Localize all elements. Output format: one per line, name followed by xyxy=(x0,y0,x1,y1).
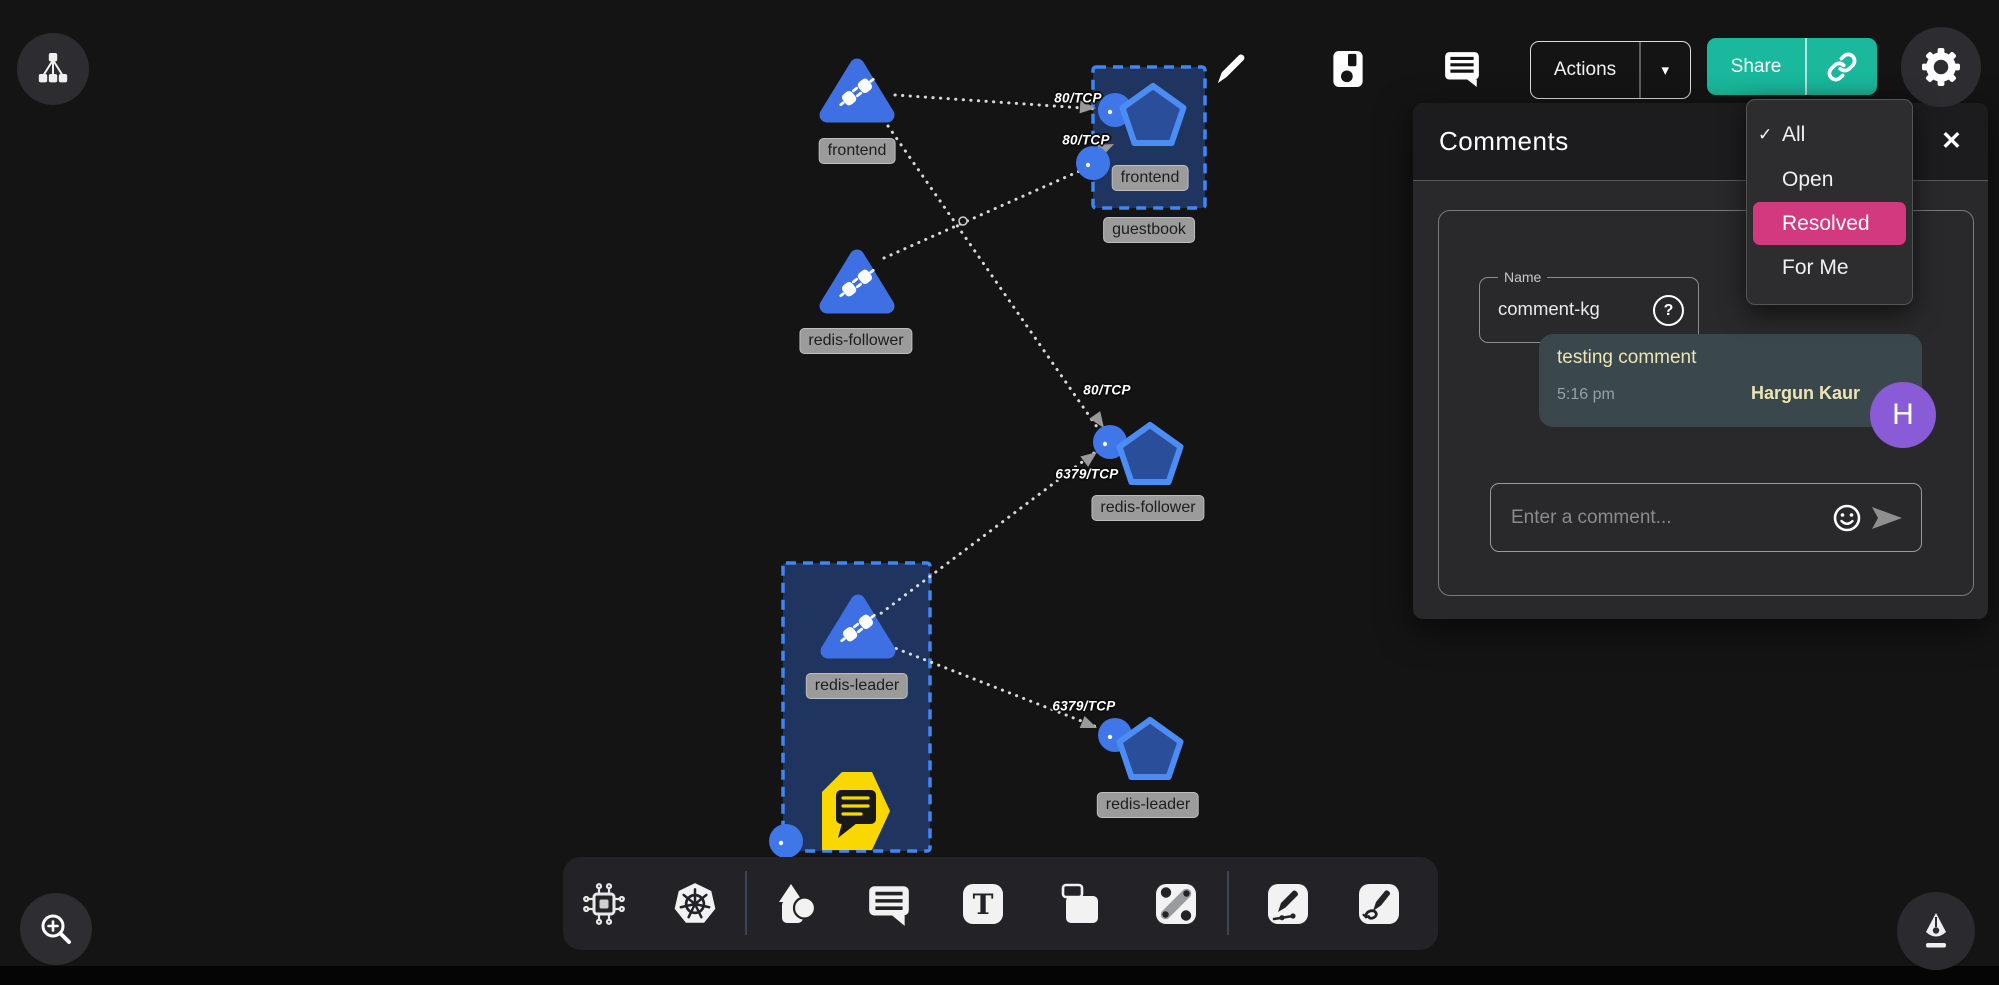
text-tool-icon: T xyxy=(960,881,1006,927)
comment-item: testing comment 5:16 pm Hargun Kaur xyxy=(1539,334,1922,427)
pen-line-icon xyxy=(1265,881,1311,927)
pencil-icon xyxy=(1215,52,1249,86)
copy-link-button[interactable] xyxy=(1807,52,1878,82)
name-field-label: Name xyxy=(1498,269,1547,286)
edge-port-label: 6379/TCP xyxy=(1055,467,1118,482)
close-icon[interactable]: ✕ xyxy=(1941,129,1962,154)
node-label-redis-follower-deployment[interactable]: redis-follower xyxy=(799,328,912,354)
actions-label: Actions xyxy=(1531,59,1639,81)
send-button[interactable] xyxy=(1867,504,1907,532)
check-icon: ✓ xyxy=(1758,125,1772,145)
frame-icon xyxy=(1058,881,1104,927)
filter-option-label: All xyxy=(1782,123,1805,147)
pen-nib-icon xyxy=(1914,909,1958,953)
canvas[interactable]: frontend frontend guestbook redis-follow… xyxy=(0,0,1999,985)
share-label: Share xyxy=(1707,56,1805,78)
smiley-icon xyxy=(1831,502,1863,534)
edge-port-label: 80/TCP xyxy=(1062,133,1110,148)
tool-layout-chip[interactable] xyxy=(576,876,632,932)
edge-crossing-dot xyxy=(959,217,967,225)
edge-redis-follower-to-frontend-svc xyxy=(884,165,1093,258)
text-tool-glyph: T xyxy=(973,888,994,921)
tool-pen[interactable] xyxy=(1260,876,1316,932)
port-frontend-svc-2[interactable] xyxy=(1076,146,1110,180)
node-redis-follower-service[interactable] xyxy=(1120,425,1181,482)
help-icon[interactable]: ? xyxy=(1653,295,1684,326)
node-label-frontend-deployment[interactable]: frontend xyxy=(819,138,896,164)
filter-option-label: Open xyxy=(1782,168,1833,192)
freehand-pencil-icon xyxy=(1356,881,1402,927)
tool-connector[interactable] xyxy=(1148,876,1204,932)
node-label-redis-leader-deployment[interactable]: redis-leader xyxy=(806,673,908,699)
pen-mode-button[interactable] xyxy=(1897,892,1975,970)
zoom-in-icon xyxy=(35,908,77,950)
save-button[interactable] xyxy=(1325,46,1371,92)
node-label-frontend-service[interactable]: frontend xyxy=(1112,165,1189,191)
node-label-redis-leader-service[interactable]: redis-leader xyxy=(1097,792,1199,818)
filter-option-for-me[interactable]: For Me xyxy=(1747,245,1912,290)
edge-port-label: 80/TCP xyxy=(1054,91,1102,106)
tool-shapes[interactable] xyxy=(769,876,825,932)
link-icon xyxy=(1827,52,1857,82)
shapes-icon xyxy=(774,881,820,927)
node-frontend-deployment[interactable] xyxy=(827,66,887,115)
graph-layout-icon xyxy=(33,49,73,89)
name-field-value: comment-kg xyxy=(1498,298,1600,320)
comment-input[interactable] xyxy=(1509,506,1827,530)
panel-title: Comments xyxy=(1439,126,1569,157)
toolbar-divider xyxy=(745,871,747,935)
comment-timestamp: 5:16 pm xyxy=(1557,386,1615,404)
tool-comment[interactable] xyxy=(861,876,917,932)
comments-toggle-button[interactable] xyxy=(1439,46,1485,92)
node-label-guestbook-group[interactable]: guestbook xyxy=(1103,217,1195,243)
send-icon xyxy=(1870,504,1904,532)
share-button[interactable]: Share xyxy=(1707,38,1877,95)
gear-icon xyxy=(1919,45,1963,89)
comment-bubble-icon xyxy=(1444,50,1480,88)
comments-filter-menu: ✓ All Open Resolved For Me xyxy=(1746,99,1913,305)
filter-option-label: For Me xyxy=(1782,256,1849,280)
port-redis-leader-group[interactable] xyxy=(769,824,803,858)
actions-button[interactable]: Actions ▾ xyxy=(1530,41,1691,99)
chevron-down-icon[interactable]: ▾ xyxy=(1641,61,1691,79)
tool-freehand[interactable] xyxy=(1351,876,1407,932)
tool-kubernetes[interactable] xyxy=(667,876,723,932)
kubernetes-icon xyxy=(671,880,719,928)
zoom-in-button[interactable] xyxy=(20,893,92,965)
edge-port-label: 80/TCP xyxy=(1083,383,1131,398)
shape-toolbar: T xyxy=(563,857,1438,950)
save-icon xyxy=(1333,51,1363,87)
emoji-button[interactable] xyxy=(1827,502,1867,534)
filter-option-resolved[interactable]: Resolved xyxy=(1753,202,1906,245)
graph-layout-button[interactable] xyxy=(17,33,89,105)
node-redis-follower-deployment[interactable] xyxy=(827,257,887,306)
bottom-edge-strip xyxy=(0,966,1999,985)
comment-tool-icon xyxy=(865,880,913,928)
comment-author: Hargun Kaur xyxy=(1751,383,1860,404)
edge-frontend-to-redis-follower-svc xyxy=(888,126,1106,440)
comment-composer[interactable] xyxy=(1490,483,1922,552)
edge-port-label: 6379/TCP xyxy=(1052,699,1115,714)
divider xyxy=(1639,42,1641,98)
arrowhead xyxy=(1080,716,1100,734)
filter-option-label: Resolved xyxy=(1782,212,1870,236)
filter-option-open[interactable]: Open xyxy=(1747,157,1912,202)
tool-text[interactable]: T xyxy=(955,876,1011,932)
toolbar-divider xyxy=(1227,871,1229,935)
avatar: H xyxy=(1870,382,1936,448)
tool-frame[interactable] xyxy=(1053,876,1109,932)
connector-icon xyxy=(1153,881,1199,927)
node-label-redis-follower-service[interactable]: redis-follower xyxy=(1091,495,1204,521)
comment-text: testing comment xyxy=(1557,347,1904,369)
filter-option-all[interactable]: ✓ All xyxy=(1747,112,1912,157)
layout-chip-icon xyxy=(581,881,627,927)
settings-button[interactable] xyxy=(1901,27,1981,107)
edit-pencil-button[interactable] xyxy=(1209,46,1255,92)
